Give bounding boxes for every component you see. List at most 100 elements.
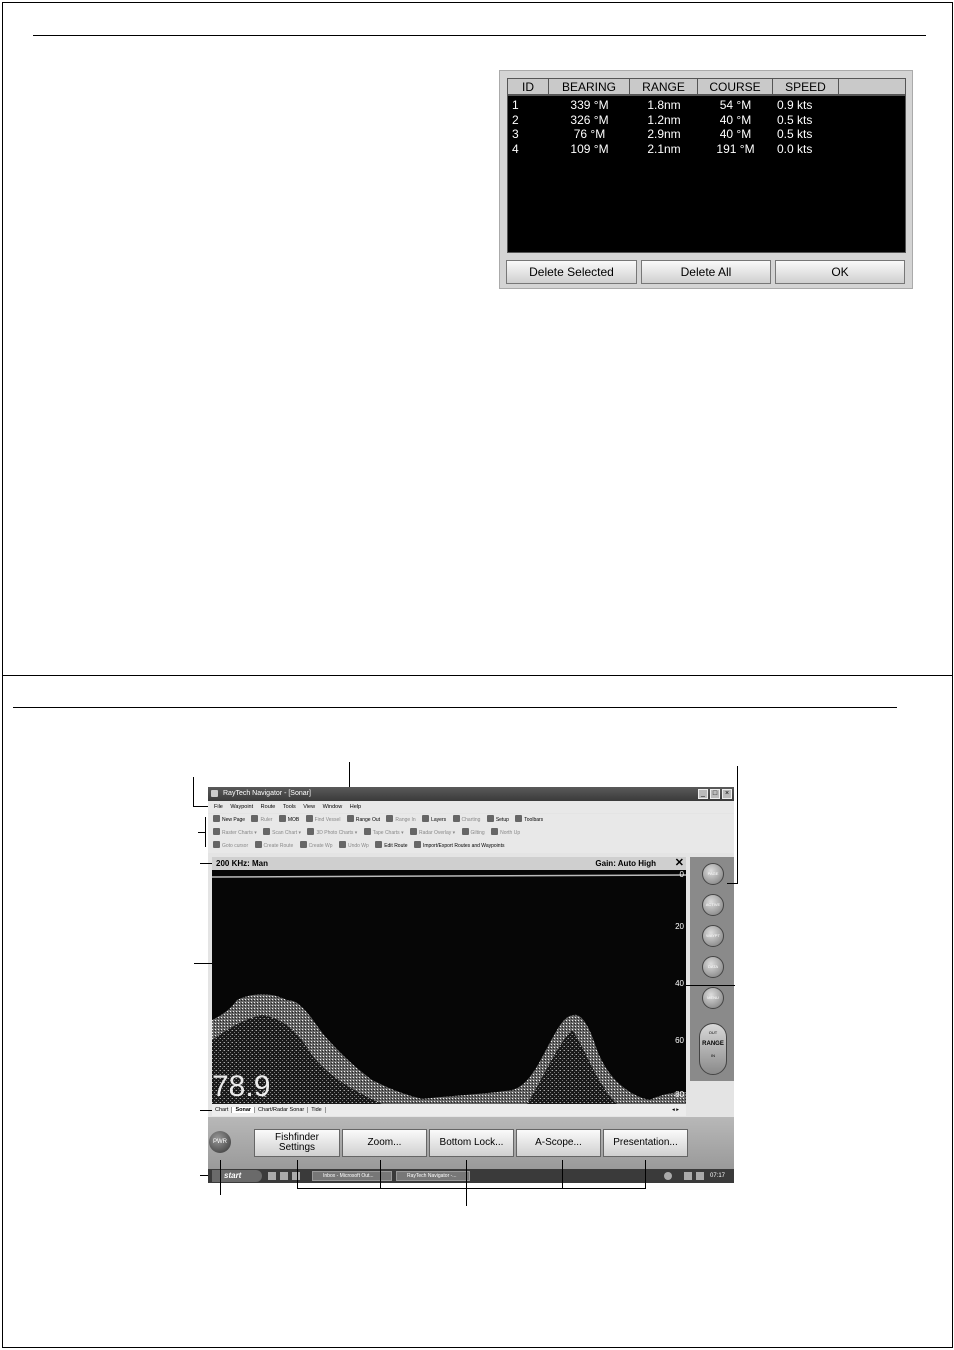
- undo-wp-tool[interactable]: Undo Wp: [338, 841, 369, 849]
- tray-icon[interactable]: [664, 1172, 672, 1180]
- tray-icon[interactable]: [684, 1172, 692, 1180]
- col-course-header[interactable]: COURSE: [698, 79, 773, 94]
- create-wp-tool[interactable]: Create Wp: [299, 841, 333, 849]
- north-up-tool[interactable]: North Up: [491, 828, 520, 836]
- range-in-tool[interactable]: Range In: [386, 815, 416, 823]
- close-icon[interactable]: ×: [722, 789, 732, 799]
- tab-tide[interactable]: Tide: [308, 1107, 326, 1113]
- callout-leader: [297, 1188, 646, 1189]
- bottom-lock-softkey[interactable]: Bottom Lock...: [429, 1129, 514, 1157]
- col-range-header[interactable]: RANGE: [630, 79, 698, 94]
- gilting-tool[interactable]: Gilting: [461, 828, 485, 836]
- edit-route-icon: [375, 841, 383, 848]
- range-out-label[interactable]: OUT: [700, 1030, 726, 1035]
- delete-selected-button[interactable]: Delete Selected: [506, 260, 637, 284]
- surface-line: [212, 874, 686, 878]
- gain-label: Gain: Auto High: [595, 859, 656, 868]
- page-tabs: Chart Sonar Chart/Radar Sonar Tide ◂ ▸: [212, 1104, 686, 1116]
- photo-charts-tool[interactable]: 3D Photo Charts ▾: [307, 828, 357, 836]
- scale-label: 0: [679, 870, 684, 879]
- tab-sonar[interactable]: Sonar: [232, 1107, 256, 1113]
- waypt-button[interactable]: WAYPT: [702, 925, 724, 947]
- quick-launch-icon[interactable]: [292, 1172, 300, 1180]
- tab-chart-radar-sonar[interactable]: Chart/Radar Sonar: [255, 1107, 309, 1113]
- edit-route-tool[interactable]: Edit Route: [375, 841, 408, 849]
- menu-window[interactable]: Window: [323, 804, 343, 810]
- table-row[interactable]: 4 109 °M 2.1nm 191 °M 0.0 kts: [508, 142, 905, 157]
- ruler-tool[interactable]: Ruler: [251, 815, 272, 823]
- layers-tool[interactable]: Layers: [422, 815, 446, 823]
- sonar-display[interactable]: 78.9 ft 0 20 40 60 80: [212, 870, 686, 1104]
- table-cell: 2.9nm: [647, 127, 681, 141]
- find-vessel-tool[interactable]: Find Vessel: [305, 815, 340, 823]
- import-export-icon: [413, 841, 421, 848]
- raster-charts-tool[interactable]: Raster Charts ▾: [213, 828, 257, 836]
- photo-charts-icon: [307, 828, 315, 835]
- table-cell: 0.9 kts: [777, 98, 813, 112]
- toolbar-row-2: Raster Charts ▾ Scan Chart ▾ 3D Photo Ch…: [208, 827, 734, 840]
- setup-tool[interactable]: Setup: [486, 815, 509, 823]
- col-bearing-header[interactable]: BEARING: [549, 79, 630, 94]
- table-row[interactable]: 1 339 °M 1.8nm 54 °M 0.9 kts: [508, 98, 905, 113]
- callout-leader: [205, 817, 206, 847]
- ok-button[interactable]: OK: [775, 260, 905, 284]
- goto-cursor-tool[interactable]: Goto cursor: [213, 841, 248, 849]
- callout-leader: [193, 806, 208, 807]
- quick-launch-icon[interactable]: [280, 1172, 288, 1180]
- maximize-icon[interactable]: □: [710, 789, 720, 799]
- range-out-tool[interactable]: Range Out: [346, 815, 380, 823]
- vessel-icon: [305, 815, 313, 822]
- minimize-icon[interactable]: _: [698, 789, 708, 799]
- range-control[interactable]: OUT RANGE IN: [699, 1023, 727, 1075]
- menu-view[interactable]: View: [303, 804, 315, 810]
- quick-launch-icon[interactable]: [268, 1172, 276, 1180]
- fishfinder-settings-softkey[interactable]: Fishfinder Settings: [254, 1129, 340, 1157]
- tab-scroll-arrows-icon[interactable]: ◂ ▸: [669, 1104, 682, 1116]
- delete-all-button[interactable]: Delete All: [641, 260, 771, 284]
- sonar-status-bar: 200 KHz: Man Gain: Auto High ✕: [212, 857, 686, 870]
- table-cell: 3: [512, 127, 519, 141]
- import-export-tool[interactable]: Import/Export Routes and Waypoints: [413, 841, 504, 849]
- window-titlebar[interactable]: RayTech Navigator - [Sonar] _ □ ×: [208, 787, 734, 801]
- menu-help[interactable]: Help: [350, 804, 361, 810]
- taskbar-item-raytech[interactable]: RayTech Navigator -...: [396, 1171, 470, 1181]
- active-button[interactable]: ACTIVE: [702, 894, 724, 916]
- menu-button[interactable]: MENU: [702, 987, 724, 1009]
- a-scope-softkey[interactable]: A-Scope...: [516, 1129, 601, 1157]
- scan-chart-icon: [263, 828, 271, 835]
- zoom-softkey[interactable]: Zoom...: [342, 1129, 427, 1157]
- menu-tools[interactable]: Tools: [283, 804, 296, 810]
- data-button[interactable]: DATA: [702, 956, 724, 978]
- toolbars-tool[interactable]: Toolbars: [515, 815, 543, 823]
- radar-overlay-tool[interactable]: Radar Overlay ▾: [409, 828, 455, 836]
- table-cell: 1.8nm: [647, 98, 681, 112]
- scan-chart-tool[interactable]: Scan Chart ▾: [263, 828, 301, 836]
- close-icon[interactable]: ✕: [675, 857, 684, 870]
- north-up-icon: [491, 828, 499, 835]
- menu-route[interactable]: Route: [261, 804, 276, 810]
- table-cell: 1.2nm: [647, 112, 681, 127]
- table-row[interactable]: 2 326 °M 1.2nm 40 °M 0.5 kts: [508, 113, 905, 128]
- col-id-header[interactable]: ID: [508, 79, 549, 94]
- table-row[interactable]: 3 76 °M 2.9nm 40 °M 0.5 kts: [508, 127, 905, 142]
- page-button[interactable]: PAGE: [702, 863, 724, 885]
- tray-icon[interactable]: [696, 1172, 704, 1180]
- presentation-softkey[interactable]: Presentation...: [603, 1129, 688, 1157]
- toolbar-row-1: New Page Ruler MOB Find Vessel Range Out…: [208, 814, 734, 827]
- menu-file[interactable]: File: [214, 804, 223, 810]
- new-page-tool[interactable]: New Page: [213, 815, 245, 823]
- power-button[interactable]: PWR: [209, 1131, 231, 1153]
- create-route-tool[interactable]: Create Route: [254, 841, 293, 849]
- tab-chart[interactable]: Chart: [212, 1107, 233, 1113]
- col-speed-header[interactable]: SPEED: [773, 79, 839, 94]
- tape-charts-tool[interactable]: Tape Charts ▾: [363, 828, 404, 836]
- scale-label: 60: [675, 1036, 684, 1045]
- table-cell: 339 °M: [570, 98, 609, 112]
- menu-waypoint[interactable]: Waypoint: [230, 804, 253, 810]
- mob-tool[interactable]: MOB: [278, 815, 299, 823]
- range-in-label[interactable]: IN: [700, 1053, 726, 1058]
- os-taskbar: start Inbox - Microsoft Out... RayTech N…: [208, 1169, 734, 1183]
- table-cell: 109 °M: [570, 141, 609, 156]
- charting-tool[interactable]: Charting: [452, 815, 480, 823]
- raster-charts-icon: [213, 828, 220, 835]
